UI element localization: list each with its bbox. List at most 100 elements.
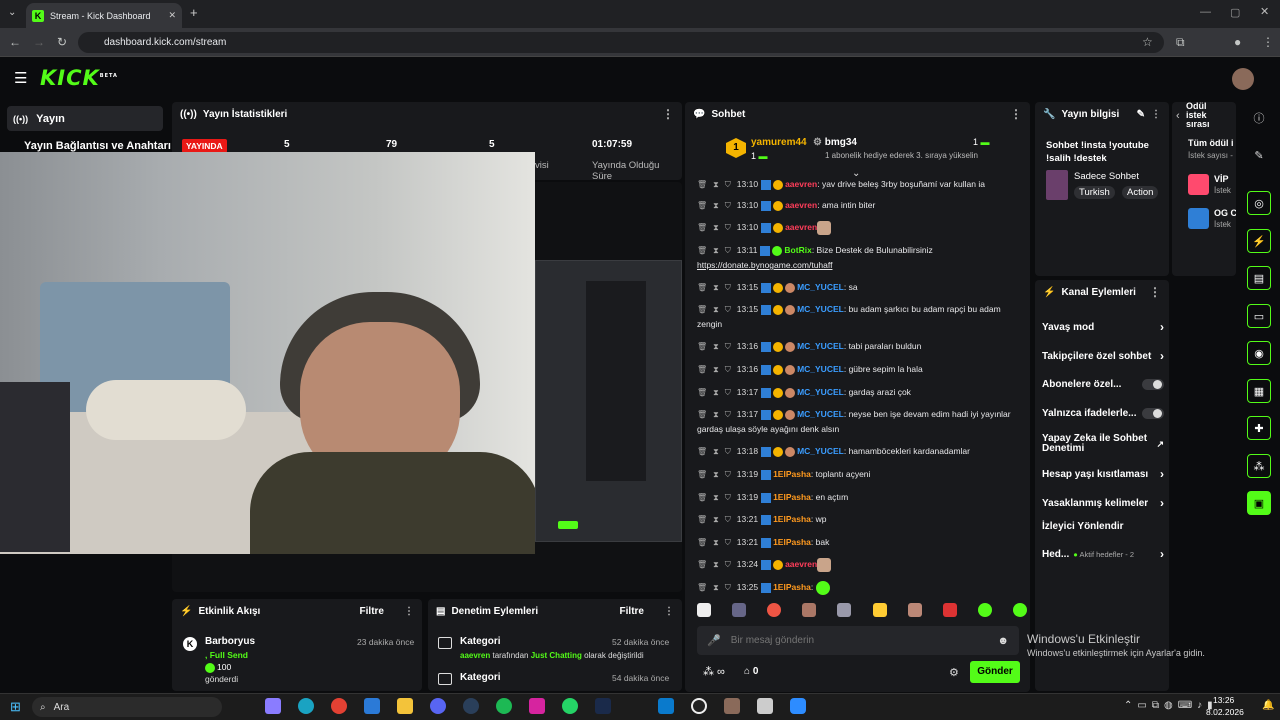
timeout-icon[interactable]: ⧗ (713, 340, 719, 354)
delete-icon[interactable]: 🗑 (697, 244, 707, 258)
tab-kick-dashboard[interactable]: K Stream - Kick Dashboard ✕ (26, 3, 182, 28)
shield-icon[interactable]: ⛉ (725, 558, 731, 572)
vscode-icon[interactable] (658, 698, 674, 714)
timeout-icon[interactable]: ⧗ (713, 445, 719, 459)
shield-icon[interactable]: ⛉ (725, 244, 731, 258)
emote-icon[interactable] (977, 603, 992, 617)
discord-icon[interactable] (430, 698, 446, 714)
timeout-icon[interactable]: ⧗ (713, 199, 719, 213)
windows-start-icon[interactable]: ⊞ (10, 699, 21, 715)
document-icon[interactable]: ▤ (1247, 266, 1271, 290)
stats-menu-icon[interactable]: ⋮ (662, 107, 674, 121)
timeout-icon[interactable]: ⧗ (713, 303, 719, 317)
tag-turkish[interactable]: Turkish (1074, 186, 1115, 199)
chat-username[interactable]: MC_YUCEL (797, 282, 844, 292)
app-icon[interactable] (757, 698, 773, 714)
new-tab-icon[interactable]: + (190, 5, 198, 20)
raid-row[interactable]: İzleyici Yönlendir (1042, 521, 1164, 532)
chat-username[interactable]: MC_YUCEL (797, 364, 844, 374)
clock-time[interactable]: 13:26 (1213, 695, 1234, 705)
app-icon[interactable] (724, 698, 740, 714)
delete-icon[interactable]: 🗑 (697, 340, 707, 354)
timeout-icon[interactable]: ⧗ (713, 178, 719, 192)
collapse-icon[interactable]: ‹ (1176, 110, 1180, 122)
obs-icon[interactable] (691, 698, 707, 714)
kick-logo[interactable]: KICKBETA (40, 66, 118, 90)
menu-kebab-icon[interactable]: ⋮ (1262, 35, 1274, 49)
taskbar-search[interactable]: ⌕ Ara (32, 697, 222, 717)
delete-icon[interactable]: 🗑 (697, 199, 707, 213)
delete-icon[interactable]: 🗑 (697, 386, 707, 400)
forward-icon[interactable]: → (33, 35, 45, 49)
reward-vip-name[interactable]: VİP (1214, 174, 1229, 184)
whatsapp-icon[interactable] (562, 698, 578, 714)
activity-menu-icon[interactable]: ⋮ (404, 606, 414, 617)
chat-username[interactable]: 1ElPasha (773, 537, 811, 547)
event-user[interactable]: Barboryus (205, 636, 255, 647)
delete-icon[interactable]: 🗑 (697, 221, 707, 235)
shield-icon[interactable]: ⛉ (725, 303, 731, 317)
timeout-icon[interactable]: ⧗ (713, 491, 719, 505)
chat-message-field[interactable] (730, 635, 988, 646)
banned-words-row[interactable]: Yasaklanmış kelimeler › (1042, 496, 1164, 510)
reload-icon[interactable]: ↻ (57, 35, 67, 49)
shield-icon[interactable]: ⛉ (725, 468, 731, 482)
spotify-icon[interactable] (496, 698, 512, 714)
delete-icon[interactable]: 🗑 (697, 445, 707, 459)
leader2-name[interactable]: ⚙ bmg34 (813, 137, 857, 148)
emote-icon[interactable] (942, 603, 957, 617)
timeout-icon[interactable]: ⧗ (713, 386, 719, 400)
user-avatar[interactable] (1232, 68, 1254, 90)
camera-icon[interactable]: ◎ (1247, 191, 1271, 215)
broadcast-icon[interactable]: ◉ (1247, 341, 1271, 365)
timeout-icon[interactable]: ⧗ (713, 558, 719, 572)
emote-only-row[interactable]: Yalnızca ifadelerle... (1042, 408, 1164, 419)
chrome-icon[interactable] (331, 698, 347, 714)
infinity-icon[interactable]: ⁂ ∞ (703, 665, 725, 678)
chat-username[interactable]: 1ElPasha (773, 469, 811, 479)
info-icon[interactable]: ⓘ (1247, 106, 1271, 130)
chat-username[interactable]: MC_YUCEL (797, 341, 844, 351)
chat-username[interactable]: aaevren (785, 179, 817, 189)
delete-icon[interactable]: 🗑 (697, 491, 707, 505)
bookmark-star-icon[interactable]: ☆ (1142, 35, 1153, 49)
chat-username[interactable]: aaevren (785, 200, 817, 210)
nav-item-stream-key[interactable]: Yayın Bağlantısı ve Anahtarı (24, 140, 171, 152)
chat-username[interactable]: MC_YUCEL (797, 409, 844, 419)
app-icon[interactable] (364, 698, 380, 714)
subscribers-only-toggle[interactable] (1142, 379, 1164, 390)
timeout-icon[interactable]: ⧗ (713, 244, 719, 258)
app-icon[interactable] (595, 698, 611, 714)
shield-icon[interactable]: ⛉ (725, 178, 731, 192)
stream-info-menu-icon[interactable]: ⋮ (1151, 109, 1161, 120)
reward-og-name[interactable]: OG C (1214, 208, 1236, 218)
leader1-name[interactable]: yamurem44 (751, 137, 807, 148)
timeout-icon[interactable]: ⧗ (713, 408, 719, 422)
delete-icon[interactable]: 🗑 (697, 558, 707, 572)
restore-icon[interactable]: ▢ (1230, 6, 1240, 19)
profile-avatar-icon[interactable]: ● (1234, 35, 1241, 49)
delete-icon[interactable]: 🗑 (697, 536, 707, 550)
activity-filter-button[interactable]: Filtre (360, 606, 384, 617)
shield-icon[interactable]: ⛉ (725, 491, 731, 505)
send-button[interactable]: Gönder (970, 661, 1020, 683)
chat-username[interactable]: BotRix (784, 245, 811, 255)
shield-icon[interactable]: ⛉ (725, 199, 731, 213)
message-link[interactable]: https://donate.bynogame.com/tuhaff (697, 260, 832, 270)
chat-bubble-icon[interactable]: ▭ (1247, 304, 1271, 328)
emote-icon[interactable] (732, 603, 747, 617)
chat-username[interactable]: 1ElPasha (773, 582, 811, 592)
emote-icon[interactable] (802, 603, 817, 617)
timeout-icon[interactable]: ⧗ (713, 536, 719, 550)
shield-icon[interactable]: ⛉ (725, 221, 731, 235)
timeout-icon[interactable]: ⧗ (713, 363, 719, 377)
chat-username[interactable]: MC_YUCEL (797, 304, 844, 314)
shield-icon[interactable]: ⛉ (725, 281, 731, 295)
minimize-icon[interactable]: — (1200, 6, 1211, 18)
edge-icon[interactable] (298, 698, 314, 714)
shield-icon[interactable]: ⛉ (725, 445, 731, 459)
delete-icon[interactable]: 🗑 (697, 303, 707, 317)
emote-icon[interactable] (907, 603, 922, 617)
close-tab-icon[interactable]: ✕ (168, 10, 176, 21)
moderation-menu-icon[interactable]: ⋮ (664, 606, 674, 617)
